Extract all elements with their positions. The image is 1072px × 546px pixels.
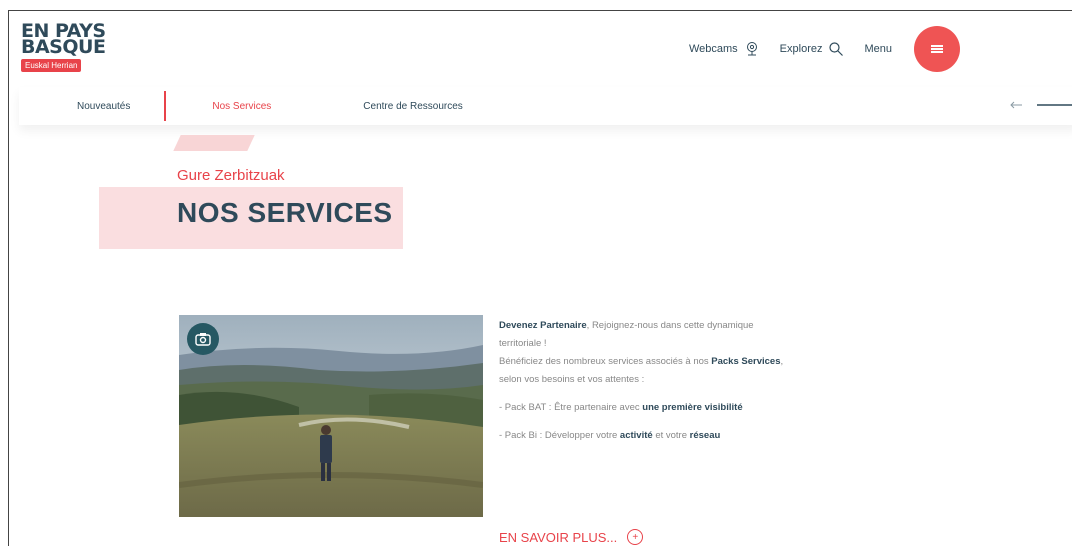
pack-1-paragraph: - Pack BAT : Être partenaire avec une pr… — [499, 399, 789, 417]
intro-bold: Devenez Partenaire — [499, 320, 587, 331]
subnav-item-centre-ressources[interactable]: Centre de Ressources — [363, 101, 463, 112]
webcams-link[interactable]: Webcams — [689, 41, 760, 57]
pack-1-bold: une première visibilité — [642, 402, 743, 413]
hamburger-icon — [931, 45, 943, 53]
plus-circle-icon: + — [627, 529, 644, 545]
landscape-image — [179, 315, 483, 517]
service-description: Devenez Partenaire, Rejoignez-nous dans … — [499, 317, 789, 455]
menu-button[interactable] — [914, 26, 960, 72]
intro-paragraph: Devenez Partenaire, Rejoignez-nous dans … — [499, 317, 789, 389]
camera-button[interactable] — [187, 323, 219, 355]
sub-nav: Nouveautés Nos Services Centre de Ressou… — [19, 87, 1072, 125]
pack-2-bold-2: réseau — [689, 430, 721, 441]
explorez-label: Explorez — [779, 43, 823, 55]
pack-2-paragraph: - Pack Bi : Développer votre activité et… — [499, 427, 789, 445]
page-title: NOS SERVICES — [177, 197, 393, 228]
logo-line-2: BASQUE — [21, 36, 106, 58]
packs-bold: Packs Services — [711, 356, 781, 367]
webcams-label: Webcams — [688, 43, 738, 55]
page-subtitle: Gure Zerbitzuak — [177, 167, 285, 184]
pack-2-text-b: et votre — [655, 430, 687, 441]
subnav-item-nos-services[interactable]: Nos Services — [212, 101, 271, 112]
search-icon — [829, 42, 844, 56]
explorez-link[interactable]: Explorez — [780, 41, 845, 57]
page-frame: EN PAYS BASQUE Euskal Herrian Webcams Ex… — [8, 10, 1072, 546]
learn-more-link[interactable]: EN SAVOIR PLUS... + — [499, 529, 644, 545]
pack-2-bold-1: activité — [619, 430, 653, 441]
arrow-right-icon[interactable] — [1037, 99, 1072, 111]
packs-text-a: Bénéficiez des nombreux services associé… — [499, 356, 709, 367]
top-nav: Webcams Explorez Menu — [689, 26, 1072, 72]
menu-label: Menu — [864, 43, 892, 55]
pack-1-text: - Pack BAT : Être partenaire avec — [499, 402, 640, 413]
logo-tag: Euskal Herrian — [21, 59, 82, 72]
arrow-left-icon[interactable] — [1009, 99, 1023, 111]
menu-link[interactable]: Menu — [864, 43, 892, 55]
subnav-separator — [164, 91, 167, 121]
service-photo — [179, 315, 483, 517]
decorative-slant — [173, 135, 255, 151]
subnav-item-nouveautes[interactable]: Nouveautés — [77, 101, 130, 112]
learn-more-label: EN SAVOIR PLUS... — [499, 529, 618, 545]
site-logo[interactable]: EN PAYS BASQUE Euskal Herrian — [21, 22, 113, 73]
webcam-icon — [746, 42, 757, 56]
camera-icon — [195, 333, 211, 346]
pack-2-text-a: - Pack Bi : Développer votre — [499, 430, 618, 441]
